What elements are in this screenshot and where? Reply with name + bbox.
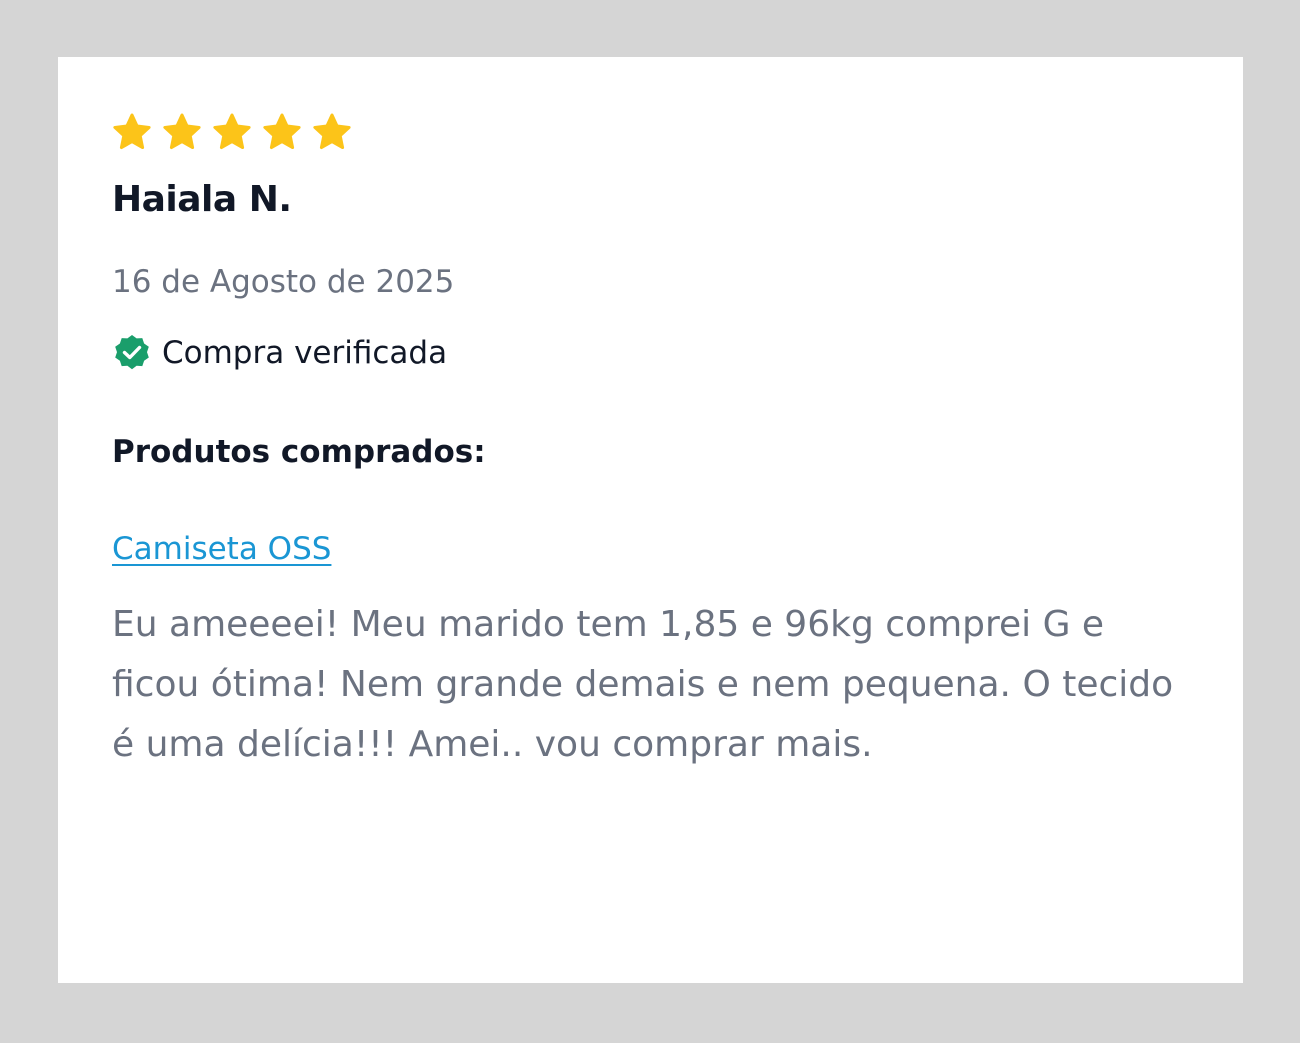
product-link[interactable]: Camiseta OSS: [112, 529, 331, 569]
review-date: 16 de Agosto de 2025: [112, 264, 455, 300]
review-text: Eu ameeeei! Meu marido tem 1,85 e 96kg c…: [112, 604, 1174, 765]
star-icon: [313, 113, 351, 150]
star-icon: [263, 113, 301, 150]
review-card: Haiala N. 16 de Agosto de 2025 Compra ve…: [58, 57, 1243, 983]
verified-label: Compra verificada: [162, 335, 448, 371]
reviewer-name: Haiala N.: [112, 179, 292, 220]
star-rating: [112, 112, 352, 152]
verified-purchase-badge: Compra verificada: [112, 333, 447, 373]
verified-badge-icon: [115, 335, 149, 370]
star-icon: [163, 113, 201, 150]
star-icon: [113, 113, 151, 150]
products-heading: Produtos comprados:: [112, 434, 486, 470]
star-icon: [213, 113, 251, 150]
